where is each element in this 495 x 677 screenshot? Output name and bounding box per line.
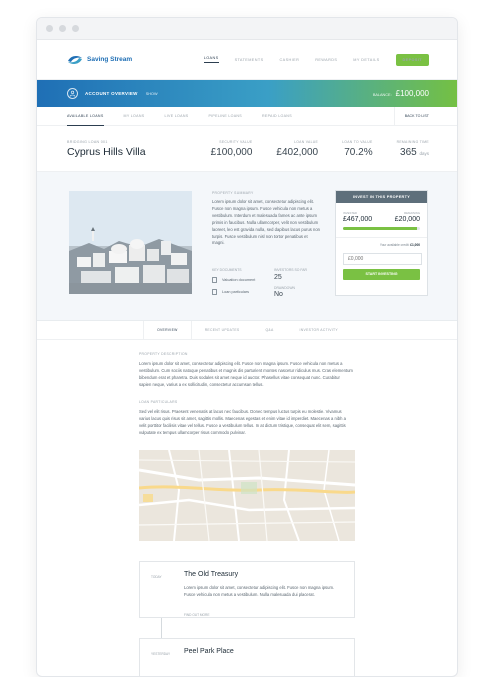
stat-loan-to-value: Loan to Value 70.2% (342, 140, 372, 158)
tab-available-loans[interactable]: Available Loans (67, 107, 104, 126)
menu-item-loans[interactable]: Loans (203, 56, 219, 63)
timeline-connector (161, 618, 162, 638)
browser-chrome (37, 18, 457, 40)
stat-loan-value: Loan Value £402,000 (276, 140, 318, 158)
logo-text: Saving Stream (87, 56, 133, 63)
funding-progress-bar (343, 227, 420, 230)
property-description-label: Property Description (139, 352, 188, 356)
loan-particulars-text: Sed vel elit risus. Praesent venenatis a… (139, 409, 346, 435)
available-credit: Your available credit: £1,000 (379, 242, 420, 247)
loan-tabs: Available Loans My Loans Live Loans Pipe… (37, 106, 457, 126)
location-map[interactable] (139, 450, 355, 541)
tab-investor-activity[interactable]: Investor Activity (287, 321, 351, 339)
window-dot (59, 25, 66, 32)
window-dot (46, 25, 53, 32)
stat-security-value: Security Value £100,000 (211, 140, 253, 158)
loan-stats: Security Value £100,000 Loan Value £402,… (211, 140, 429, 158)
stat-value: £100,000 (210, 146, 253, 158)
stat-label: Security Value (219, 139, 253, 144)
detail-tabs: Overview Recent Updates Q&A Investor Act… (37, 321, 457, 340)
funding-progress-fill (343, 227, 417, 230)
menu-item-cashier[interactable]: Cashier (280, 58, 300, 62)
investment-amount-input[interactable] (343, 252, 422, 265)
window-dot (72, 25, 79, 32)
invest-card: Invest in this property Invested £467,00… (335, 190, 428, 296)
top-nav: Saving Stream Loans Statements Cashier R… (37, 40, 457, 80)
menu-item-my-details[interactable]: My Details (353, 58, 379, 62)
stat-value: 365 days (400, 146, 429, 158)
property-summary-text: Lorem ipsum dolor sit amet, consectetur … (212, 199, 321, 246)
document-label: Valuation document (222, 278, 256, 282)
balance: Balance: £100,000 (373, 89, 429, 98)
document-link-particulars[interactable]: Loan particulars (212, 289, 249, 295)
stat-unit: days (419, 150, 429, 156)
investors-label: Investors so far (274, 268, 307, 272)
street-map-image (139, 450, 355, 541)
invest-amounts: Invested £467,000 Remaining £20,000 (336, 203, 427, 223)
tab-qa[interactable]: Q&A (252, 321, 286, 339)
user-silhouette-icon (69, 90, 76, 97)
find-out-more-link[interactable]: Find out more (184, 613, 209, 617)
account-overview-label: Account Overview (85, 91, 138, 96)
back-to-list-button[interactable]: Back to List (393, 106, 429, 126)
account-banner: Account Overview Show Balance: £100,000 (37, 80, 457, 107)
deposit-button[interactable]: Deposit (395, 53, 429, 66)
property-description-text: Lorem ipsum dolor sit amet, consectetur … (139, 361, 353, 387)
property-summary-label: Property Summary (212, 191, 254, 195)
drawdown-value: No (274, 291, 283, 298)
stat-remaining-time: Remaining Time 365 days (397, 140, 429, 158)
tab-pipeline-loans[interactable]: Pipeline Loans (208, 107, 242, 126)
property-photo[interactable] (69, 191, 192, 294)
document-icon (212, 277, 217, 283)
main-menu: Loans Statements Cashier Rewards My Deta… (203, 53, 429, 66)
investors-value: 25 (274, 274, 282, 281)
tab-my-loans[interactable]: My Loans (124, 107, 145, 126)
invested-label: Invested (343, 211, 357, 215)
stat-value: £402,000 (276, 146, 319, 158)
browser-window: Saving Stream Loans Statements Cashier R… (36, 17, 458, 677)
loan-id: Bridging Loan 001 (67, 139, 108, 144)
loan-particulars-label: Loan Particulars (139, 400, 178, 404)
loan-header: Bridging Loan 001 Cyprus Hills Villa Sec… (37, 126, 457, 172)
document-link-valuation[interactable]: Valuation document (212, 277, 255, 283)
menu-item-statements[interactable]: Statements (235, 58, 264, 62)
invested-value: £467,000 (343, 216, 373, 223)
document-icon (212, 289, 217, 295)
user-icon[interactable] (67, 88, 78, 99)
key-documents-label: Key Documents (212, 268, 242, 272)
show-toggle[interactable]: Show (146, 92, 158, 96)
overview-content: Property Description Lorem ipsum dolor s… (37, 352, 457, 676)
stat-value: 70.2% (344, 146, 373, 158)
tab-recent-updates[interactable]: Recent Updates (192, 321, 253, 339)
santorini-image (69, 191, 192, 294)
balance-value: £100,000 (395, 89, 429, 98)
loan-title: Cyprus Hills Villa (67, 145, 146, 158)
invest-card-title: Invest in this property (336, 191, 427, 203)
logo[interactable]: Saving Stream (67, 54, 132, 66)
place-when: Yesterday (151, 652, 171, 656)
tab-overview[interactable]: Overview (143, 321, 192, 339)
start-investing-button[interactable]: Start Investing (343, 268, 420, 280)
tab-repaid-loans[interactable]: Repaid Loans (262, 107, 292, 126)
place-description: Lorem ipsum dolor sit amet, consectetur … (184, 585, 335, 597)
remaining-label: Remaining (404, 211, 420, 215)
nearby-place-card[interactable]: Today The Old Treasury Lorem ipsum dolor… (139, 561, 355, 618)
remaining-value: £20,000 (394, 216, 420, 223)
nearby-place-card[interactable]: Yesterday Peel Park Place (139, 638, 355, 676)
stat-label: Remaining Time (396, 139, 429, 144)
place-name: Peel Park Place (184, 648, 234, 655)
stat-label: Loan to Value (342, 139, 373, 144)
stat-label: Loan Value (294, 139, 319, 144)
menu-item-rewards[interactable]: Rewards (315, 58, 337, 62)
balance-label: Balance: (372, 93, 392, 97)
drawdown-label: Drawdown (274, 286, 295, 290)
document-label: Loan particulars (222, 290, 250, 294)
place-when: Today (151, 575, 162, 579)
place-name: The Old Treasury (184, 571, 239, 578)
tab-live-loans[interactable]: Live Loans (164, 107, 188, 126)
logo-swoosh-icon (68, 55, 82, 64)
property-panel: Property Summary Lorem ipsum dolor sit a… (37, 172, 457, 321)
